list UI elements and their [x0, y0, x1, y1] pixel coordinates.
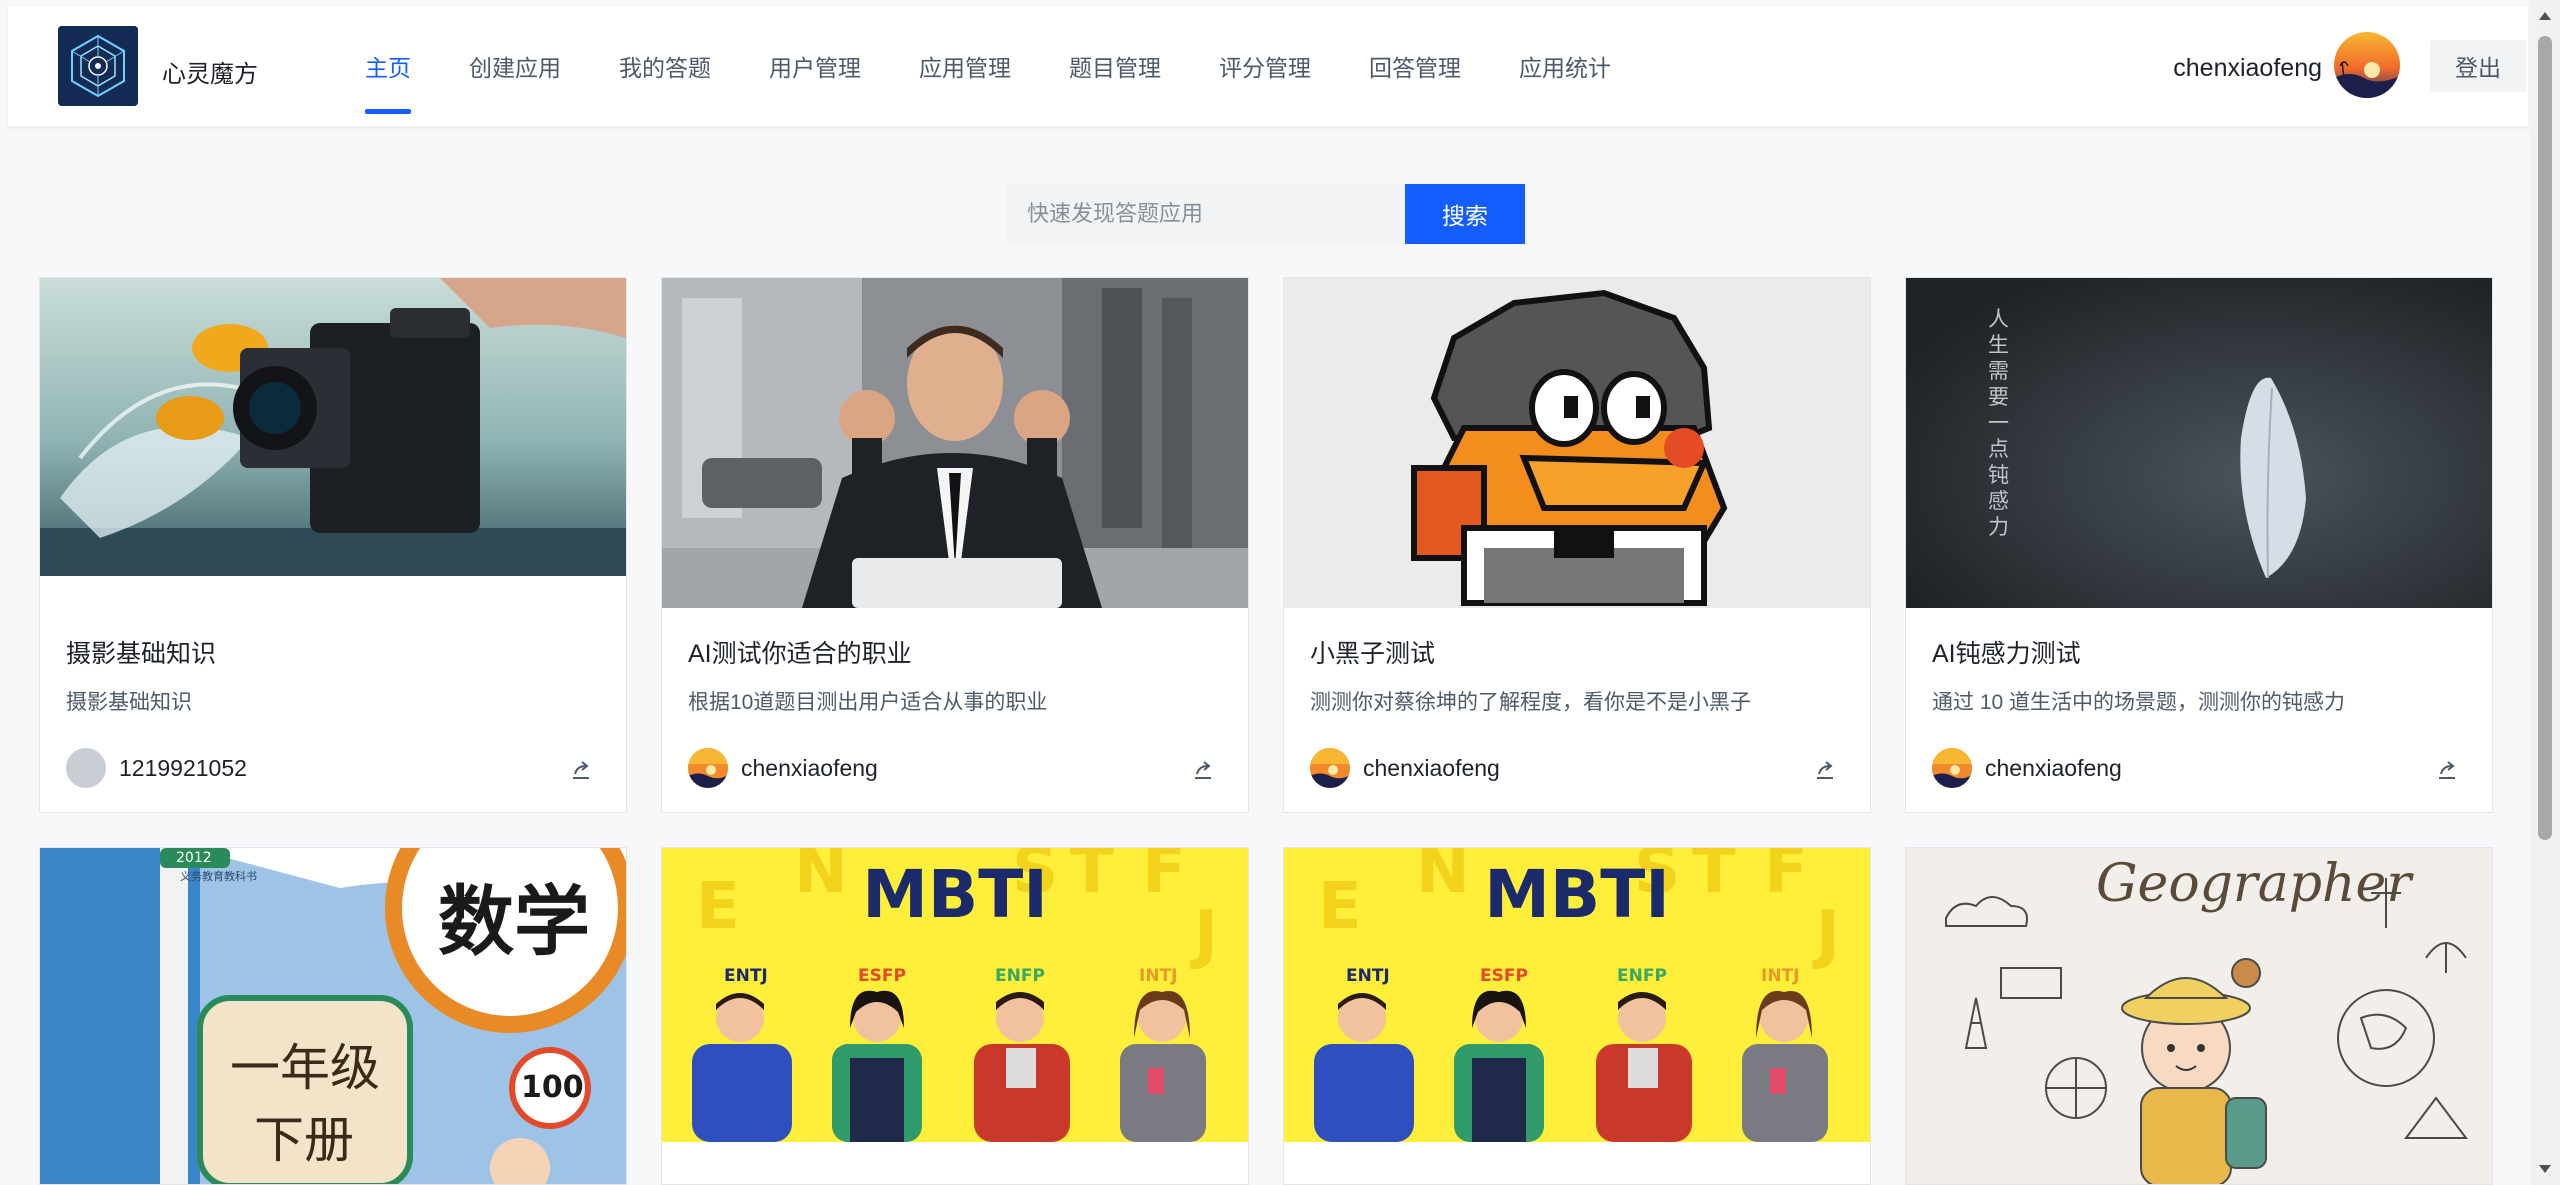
- sunset-avatar-icon: [2334, 32, 2400, 98]
- card-title[interactable]: 小黑子测试: [1310, 634, 1435, 670]
- nav-item-scoring-admin[interactable]: 评分管理: [1190, 6, 1340, 126]
- share-icon[interactable]: [570, 759, 592, 781]
- brand-name: 心灵魔方: [162, 61, 258, 88]
- share-icon[interactable]: [1814, 759, 1836, 781]
- mbti-type-intj: INTJ: [1139, 966, 1178, 986]
- nav-item-answer-admin[interactable]: 回答管理: [1340, 6, 1490, 126]
- card-author[interactable]: 1219921052: [66, 748, 247, 788]
- app-card[interactable]: 摄影基础知识 摄影基础知识 1219921052: [39, 277, 627, 813]
- search-button[interactable]: 搜索: [1405, 184, 1525, 244]
- author-name: 1219921052: [119, 754, 247, 781]
- search-input[interactable]: [1007, 184, 1405, 244]
- mbti-type-esfp: ESFP: [858, 966, 906, 986]
- card-cover-image: 人生需要一点钝感力: [1906, 278, 2492, 608]
- user-avatar[interactable]: [2334, 32, 2400, 98]
- card-cover-image: E N S T F J MBTI ENTJ ESFP ENFP INTJ: [662, 848, 1248, 1142]
- book-volume: 下册: [254, 1111, 354, 1169]
- share-icon[interactable]: [1192, 759, 1214, 781]
- share-icon[interactable]: [2436, 759, 2458, 781]
- scroll-down-icon[interactable]: [2539, 1165, 2551, 1173]
- author-name: chenxiaofeng: [741, 754, 878, 781]
- card-cover-image: [40, 278, 626, 576]
- app-card[interactable]: 小黑子测试 测测你对蔡徐坤的了解程度，看你是不是小黑子 chenxiaofeng: [1283, 277, 1871, 813]
- scroll-up-icon[interactable]: [2539, 12, 2551, 20]
- mbti-type-enfp: ENFP: [1617, 966, 1667, 986]
- card-description: 根据10道题目测出用户适合从事的职业: [688, 691, 1048, 714]
- mbti-people-illustration: [692, 990, 1206, 1142]
- nav-item-home[interactable]: 主页: [336, 6, 440, 126]
- card-title[interactable]: AI钝感力测试: [1932, 634, 2081, 670]
- vertical-scrollbar[interactable]: [2530, 0, 2560, 1185]
- sunset-avatar-icon: [688, 748, 728, 788]
- vertical-caption: 人生需要一点钝感力: [1988, 307, 2009, 539]
- geographer-illustration: [1945, 878, 2468, 1184]
- camera-splash-image: [40, 278, 626, 576]
- nav-item-question-admin[interactable]: 题目管理: [1040, 6, 1190, 126]
- card-author[interactable]: chenxiaofeng: [1310, 748, 1500, 788]
- book-grade: 一年级: [230, 1039, 380, 1097]
- card-title[interactable]: 摄影基础知识: [66, 634, 216, 670]
- author-name: chenxiaofeng: [1363, 754, 1500, 781]
- mbti-type-entj: ENTJ: [724, 966, 768, 986]
- card-description: 通过 10 道生活中的场景题，测测你的钝感力: [1932, 691, 2346, 714]
- mbti-type-intj: INTJ: [1761, 966, 1800, 986]
- mbti-type-esfp: ESFP: [1480, 966, 1528, 986]
- card-author[interactable]: chenxiaofeng: [1932, 748, 2122, 788]
- app-window: 心灵魔方 主页 创建应用 我的答题 用户管理 应用管理 题目管理 评分管理 回答…: [0, 0, 2560, 1185]
- sunset-avatar-icon: [1932, 748, 1972, 788]
- mbti-title: MBTI: [1484, 856, 1670, 933]
- app-card[interactable]: AI测试你适合的职业 根据10道题目测出用户适合从事的职业 chenxiaofe…: [661, 277, 1249, 813]
- card-description: 测测你对蔡徐坤的了解程度，看你是不是小黑子: [1310, 691, 1751, 714]
- app-card[interactable]: E N S T F J MBTI ENTJ ESFP ENFP INTJ: [661, 847, 1249, 1185]
- mbti-type-entj: ENTJ: [1346, 966, 1390, 986]
- nav-item-create-app[interactable]: 创建应用: [440, 6, 590, 126]
- nav-item-app-admin[interactable]: 应用管理: [890, 6, 1040, 126]
- app-logo[interactable]: [58, 26, 138, 106]
- scroll-thumb[interactable]: [2538, 36, 2552, 840]
- mbti-title: MBTI: [862, 856, 1048, 933]
- brain-cube-logo-icon: [58, 26, 138, 106]
- card-cover-image: [1284, 278, 1870, 608]
- nav-item-user-admin[interactable]: 用户管理: [740, 6, 890, 126]
- card-cover-image: [662, 278, 1248, 608]
- mbti-type-enfp: ENFP: [995, 966, 1045, 986]
- app-card[interactable]: E N S T F J MBTI ENTJ ESFP ENFP INTJ: [1283, 847, 1871, 1185]
- default-avatar: [66, 748, 106, 788]
- book-year: 2012: [176, 850, 212, 866]
- logout-button[interactable]: 登出: [2430, 40, 2526, 92]
- card-title[interactable]: AI测试你适合的职业: [688, 634, 912, 670]
- card-cover-image: Geographer: [1906, 848, 2492, 1184]
- businessman-image: [662, 278, 1248, 608]
- current-username[interactable]: chenxiaofeng: [2173, 54, 2322, 83]
- author-name: chenxiaofeng: [1985, 754, 2122, 781]
- book-badge: 100: [521, 1070, 584, 1105]
- app-card[interactable]: 2012 义务教育教科书 数学 一年级 下册 100: [39, 847, 627, 1185]
- app-card[interactable]: Geographer: [1905, 847, 2493, 1185]
- book-title: 数学: [438, 877, 590, 966]
- card-author[interactable]: chenxiaofeng: [688, 748, 878, 788]
- card-cover-image: E N S T F J MBTI ENTJ ESFP ENFP INTJ: [1284, 848, 1870, 1142]
- sunset-avatar-icon: [1310, 748, 1350, 788]
- top-header: 心灵魔方 主页 创建应用 我的答题 用户管理 应用管理 题目管理 评分管理 回答…: [8, 6, 2528, 126]
- card-description: 摄影基础知识: [66, 691, 192, 714]
- book-publisher: 义务教育教科书: [180, 870, 257, 883]
- nav-item-my-answers[interactable]: 我的答题: [590, 6, 740, 126]
- main-nav: 主页 创建应用 我的答题 用户管理 应用管理 题目管理 评分管理 回答管理 应用…: [336, 6, 1640, 126]
- search-bar: 搜索: [1007, 184, 1525, 244]
- pixel-chick-image: [1284, 278, 1870, 608]
- nav-item-app-stats[interactable]: 应用统计: [1490, 6, 1640, 126]
- card-cover-image: 2012 义务教育教科书 数学 一年级 下册 100: [40, 848, 626, 1184]
- mbti-people-illustration: [1314, 990, 1828, 1142]
- app-card[interactable]: 人生需要一点钝感力 AI钝感力测试 通过 10 道生活中的场景题，测测你的钝感力…: [1905, 277, 2493, 813]
